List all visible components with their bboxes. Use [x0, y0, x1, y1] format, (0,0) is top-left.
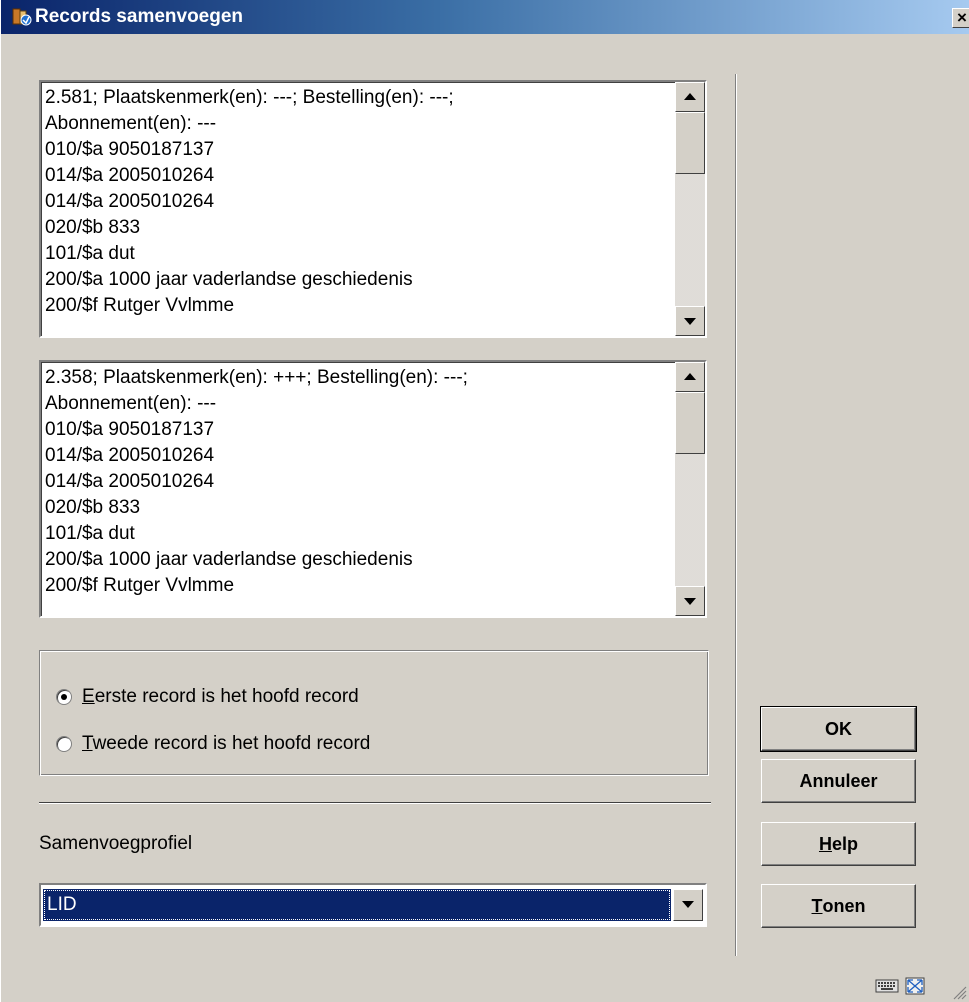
help-button[interactable]: Help [761, 822, 916, 866]
record-line: 200/$a 1000 jaar vaderlandse geschiedeni… [45, 549, 413, 570]
merge-records-dialog: Records samenvoegen × 2.581; Plaatskenme… [0, 0, 969, 1002]
record-line: 200/$f Rutger Vvlmme [45, 575, 235, 596]
record-line: 2.358; Plaatskenmerk(en): +++; Bestellin… [45, 367, 468, 388]
record-1-scrollbar[interactable] [675, 82, 705, 336]
record-line: 101/$a dut [45, 523, 135, 544]
main-record-group: Eerste record is het hoofd record Tweede… [39, 650, 709, 776]
record-line: 2.581; Plaatskenmerk(en): ---; Bestellin… [45, 87, 454, 108]
radio-button-unchecked[interactable] [56, 736, 72, 752]
record-line: Abonnement(en): --- [45, 393, 217, 414]
record-2-scrollbar[interactable] [675, 362, 705, 616]
merge-profile-selected[interactable]: LID [43, 889, 671, 921]
keyboard-icon[interactable] [875, 978, 899, 999]
scroll-down-button[interactable] [675, 306, 705, 336]
window-title: Records samenvoegen [35, 6, 244, 27]
radio-button-checked[interactable] [56, 689, 72, 705]
record-line: 014/$a 2005010264 [45, 191, 215, 212]
dropdown-button[interactable] [673, 889, 703, 921]
record-line: 014/$a 2005010264 [45, 165, 215, 186]
chevron-down-icon [682, 901, 694, 908]
scroll-thumb[interactable] [675, 112, 705, 174]
show-button[interactable]: Tonen [761, 884, 916, 928]
arrow-down-icon [684, 318, 696, 325]
record-line: 014/$a 2005010264 [45, 471, 215, 492]
radio-second-record-main[interactable]: Tweede record is het hoofd record [56, 730, 370, 758]
title-bar[interactable]: Records samenvoegen × [1, 0, 969, 34]
record-line: 020/$b 833 [45, 497, 141, 518]
record-line: 200/$a 1000 jaar vaderlandse geschiedeni… [45, 269, 413, 290]
scroll-up-button[interactable] [675, 362, 705, 392]
scroll-down-button[interactable] [675, 586, 705, 616]
record-2-listbox[interactable]: 2.358; Plaatskenmerk(en): +++; Bestellin… [39, 360, 707, 618]
record-line: 200/$f Rutger Vvlmme [45, 295, 235, 316]
record-line: 010/$a 9050187137 [45, 419, 215, 440]
merge-profile-value: LID [47, 894, 77, 915]
close-button[interactable]: × [952, 8, 969, 28]
record-line: 010/$a 9050187137 [45, 139, 215, 160]
scroll-thumb[interactable] [675, 392, 705, 454]
record-2-text: 2.358; Plaatskenmerk(en): +++; Bestellin… [45, 365, 670, 616]
merge-profile-label: Samenvoegprofiel [39, 833, 193, 854]
arrow-down-icon [684, 598, 696, 605]
app-catalog-icon [11, 7, 33, 27]
close-icon: × [957, 8, 967, 27]
merge-profile-select[interactable]: LID [39, 883, 707, 927]
record-1-listbox[interactable]: 2.581; Plaatskenmerk(en): ---; Bestellin… [39, 80, 707, 338]
radio-label-second: Tweede record is het hoofd record [82, 733, 371, 754]
radio-label-first: Eerste record is het hoofd record [82, 686, 359, 707]
radio-first-record-main[interactable]: Eerste record is het hoofd record [56, 683, 359, 711]
radio-dot-icon [61, 694, 67, 700]
record-line: Abonnement(en): --- [45, 113, 217, 134]
record-line: 101/$a dut [45, 243, 135, 264]
cancel-button[interactable]: Annuleer [761, 759, 916, 803]
record-line: 014/$a 2005010264 [45, 445, 215, 466]
record-1-text: 2.581; Plaatskenmerk(en): ---; Bestellin… [45, 85, 670, 336]
resize-icon[interactable] [905, 977, 925, 1000]
arrow-up-icon [684, 93, 696, 100]
ok-button[interactable]: OK [760, 706, 917, 752]
record-line: 020/$b 833 [45, 217, 141, 238]
status-bar-icons [875, 977, 925, 1000]
arrow-up-icon [684, 373, 696, 380]
separator-line [39, 802, 711, 804]
size-grip-icon[interactable] [951, 984, 967, 1000]
scroll-up-button[interactable] [675, 82, 705, 112]
vertical-divider [735, 74, 737, 956]
